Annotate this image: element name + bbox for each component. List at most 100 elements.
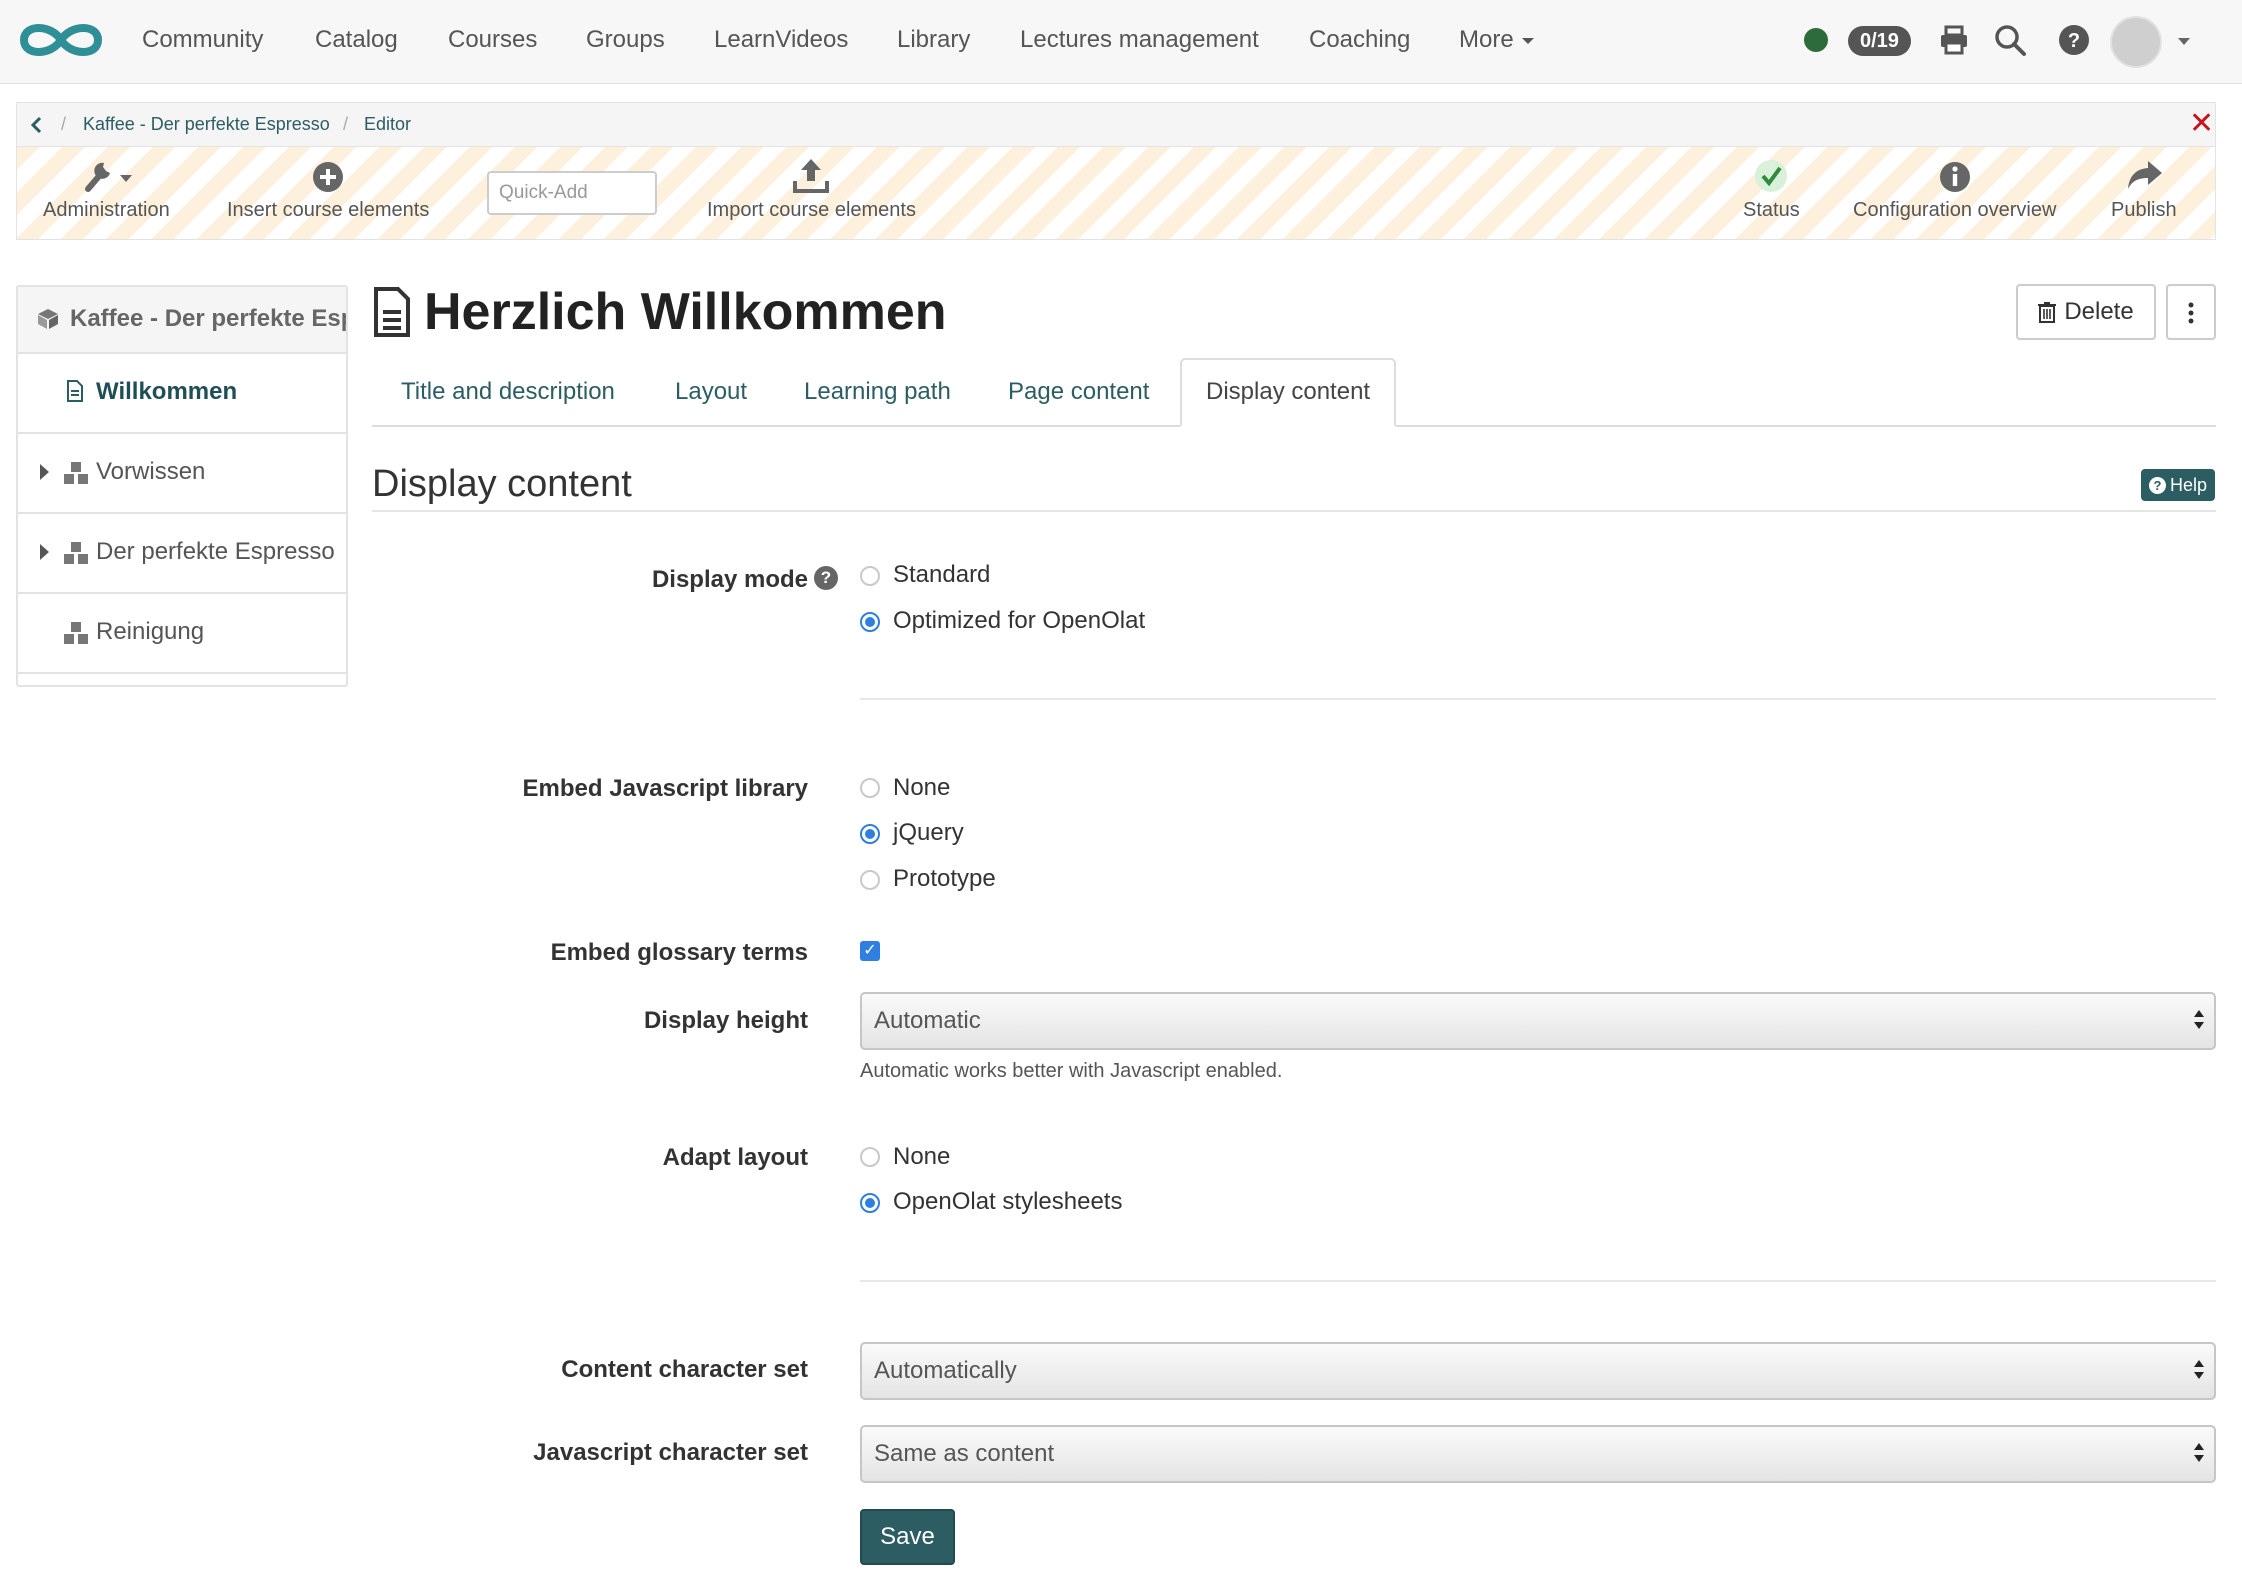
tree-item-label: Der perfekte Espresso xyxy=(96,538,335,565)
insert-course-elements-label: Insert course elements xyxy=(227,199,430,221)
js-charset-select[interactable]: Same as content xyxy=(860,1425,2216,1483)
status-label: Status xyxy=(1743,199,1800,221)
js-library-prototype-label[interactable]: Prototype xyxy=(893,865,996,893)
tree-item-label: Vorwissen xyxy=(96,458,206,485)
user-avatar[interactable] xyxy=(2110,16,2162,68)
nav-groups[interactable]: Groups xyxy=(586,26,665,54)
nav-courses[interactable]: Courses xyxy=(448,26,537,54)
kebab-menu-icon xyxy=(2188,302,2194,324)
configuration-overview-button[interactable]: Configuration overview xyxy=(1853,157,2056,222)
administration-label: Administration xyxy=(43,199,170,221)
import-course-elements-label: Import course elements xyxy=(707,199,916,221)
select-arrows-icon xyxy=(2194,1360,2204,1382)
select-arrows-icon xyxy=(2194,1010,2204,1032)
js-library-none-label[interactable]: None xyxy=(893,774,950,802)
js-library-jquery-label[interactable]: jQuery xyxy=(893,819,964,847)
save-button[interactable]: Save xyxy=(860,1509,955,1565)
display-mode-optimized-radio[interactable] xyxy=(860,612,880,632)
tree-item-der-perfekte-espresso[interactable]: Der perfekte Espresso xyxy=(18,514,346,594)
display-mode-standard-label[interactable]: Standard xyxy=(893,561,990,589)
wrench-icon xyxy=(85,162,133,192)
content-charset-select[interactable]: Automatically xyxy=(860,1342,2216,1400)
configuration-overview-label: Configuration overview xyxy=(1853,199,2057,221)
editor-toolbar: Administration Insert course elements Im… xyxy=(16,146,2216,240)
tab-display-content[interactable]: Display content xyxy=(1206,378,1370,406)
page-title: Herzlich Willkommen xyxy=(424,283,947,341)
course-cube-icon xyxy=(38,309,58,329)
structure-cubes-icon xyxy=(64,542,88,564)
page-icon xyxy=(67,380,83,402)
tab-title-and-description[interactable]: Title and description xyxy=(401,378,615,406)
form-divider xyxy=(860,1280,2216,1282)
info-icon xyxy=(1939,162,1970,192)
tree-root[interactable]: Kaffee - Der perfekte Esp xyxy=(18,287,346,354)
tree-item-vorwissen[interactable]: Vorwissen xyxy=(18,434,346,514)
js-library-jquery-radio[interactable] xyxy=(860,824,880,844)
section-title: Display content xyxy=(372,463,632,505)
adapt-layout-openolat-label[interactable]: OpenOlat stylesheets xyxy=(893,1188,1122,1216)
upload-icon xyxy=(793,159,830,193)
tab-learning-path[interactable]: Learning path xyxy=(804,378,951,406)
nav-catalog[interactable]: Catalog xyxy=(315,26,398,54)
adapt-layout-openolat-radio[interactable] xyxy=(860,1193,880,1213)
question-circle-icon[interactable]: ? xyxy=(814,566,838,590)
nav-coaching[interactable]: Coaching xyxy=(1309,26,1410,54)
page-icon xyxy=(374,287,410,337)
expand-caret-icon[interactable] xyxy=(40,544,49,560)
breadcrumb-separator: / xyxy=(61,114,67,134)
glossary-checkbox[interactable]: ✓ xyxy=(860,941,880,961)
display-mode-optimized-label[interactable]: Optimized for OpenOlat xyxy=(893,607,1145,635)
openolat-logo[interactable] xyxy=(16,16,106,64)
plus-circle-icon xyxy=(313,162,344,192)
breadcrumb-course[interactable]: Kaffee - Der perfekte Espresso xyxy=(83,114,330,135)
publish-button[interactable]: Publish xyxy=(2111,157,2177,222)
breadcrumb-separator: / xyxy=(343,114,349,134)
expand-caret-icon[interactable] xyxy=(40,464,49,480)
user-menu-caret-icon[interactable] xyxy=(2178,38,2190,45)
adapt-layout-none-label[interactable]: None xyxy=(893,1143,950,1171)
close-editor-icon[interactable]: ✕ xyxy=(2189,109,2214,139)
publish-label: Publish xyxy=(2111,199,2177,221)
section-divider xyxy=(372,510,2216,512)
nav-library[interactable]: Library xyxy=(897,26,970,54)
js-charset-label: Javascript character set xyxy=(533,1439,808,1466)
tree-item-reinigung[interactable]: Reinigung xyxy=(18,594,346,674)
tree-item-label: Willkommen xyxy=(96,378,238,405)
js-library-none-radio[interactable] xyxy=(860,778,880,798)
help-button[interactable]: ? Help xyxy=(2141,469,2215,501)
tree-root-label: Kaffee - Der perfekte Esp xyxy=(70,305,346,332)
nav-lectures-management[interactable]: Lectures management xyxy=(1020,26,1259,54)
display-mode-standard-radio[interactable] xyxy=(860,566,880,586)
form-divider xyxy=(860,698,2216,700)
tab-layout[interactable]: Layout xyxy=(675,378,747,406)
adapt-layout-none-radio[interactable] xyxy=(860,1147,880,1167)
display-height-value: Automatic xyxy=(874,1007,981,1034)
more-options-button[interactable] xyxy=(2166,284,2216,340)
js-charset-value: Same as content xyxy=(874,1440,1055,1467)
trash-icon xyxy=(2038,302,2057,323)
nav-more[interactable]: More xyxy=(1459,26,1534,54)
js-library-prototype-radio[interactable] xyxy=(860,870,880,890)
insert-course-elements-button[interactable]: Insert course elements xyxy=(227,157,429,222)
administration-button[interactable]: Administration xyxy=(43,157,170,222)
help-label: Help xyxy=(2169,474,2208,495)
content-charset-label: Content character set xyxy=(561,1356,808,1383)
glossary-label: Embed glossary terms xyxy=(550,939,808,966)
delete-button[interactable]: Delete xyxy=(2016,284,2156,340)
nav-community[interactable]: Community xyxy=(142,26,263,54)
tab-page-content[interactable]: Page content xyxy=(1008,378,1149,406)
progress-badge[interactable]: 0/19 xyxy=(1848,26,1911,56)
print-icon[interactable] xyxy=(1936,22,1972,58)
import-course-elements-button[interactable]: Import course elements xyxy=(707,157,916,222)
quick-add-input[interactable] xyxy=(487,171,657,215)
tree-item-willkommen[interactable]: Willkommen xyxy=(18,354,346,434)
nav-learnvideos[interactable]: LearnVideos xyxy=(714,26,848,54)
display-height-label: Display height xyxy=(643,1007,808,1034)
select-arrows-icon xyxy=(2194,1443,2204,1465)
help-icon[interactable]: ? xyxy=(2056,22,2092,58)
back-chevron-icon[interactable] xyxy=(29,115,45,135)
display-height-select[interactable]: Automatic xyxy=(860,992,2216,1050)
content-charset-value: Automatically xyxy=(874,1357,1017,1384)
search-icon[interactable] xyxy=(1992,22,2028,58)
status-button[interactable]: Status xyxy=(1743,157,1800,222)
